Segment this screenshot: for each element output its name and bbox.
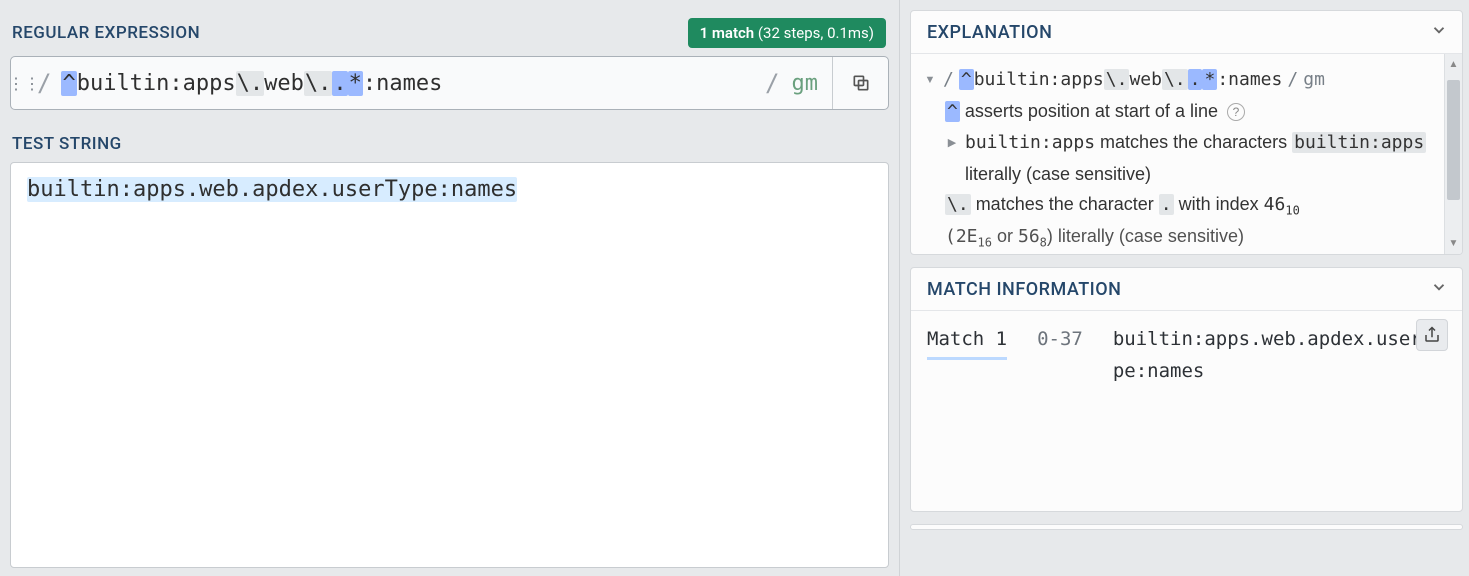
exp-hex-base: 16 — [978, 236, 992, 250]
right-pane: EXPLANATION ▲ ▼ ▼ / ^builtin:apps\.web\.… — [900, 0, 1469, 576]
explanation-body: ▲ ▼ ▼ / ^builtin:apps\.web\..*:names / g… — [911, 54, 1462, 254]
exp-lit-text: matches the characters — [1095, 132, 1292, 152]
match-value: builtin:apps.web.apdex.userType:names — [1107, 323, 1454, 388]
exp-slash-close: / — [1287, 69, 1298, 90]
regex-input-box[interactable]: ⋮⋮ / ^builtin:apps\.web\..*:names / gm — [10, 56, 889, 110]
exp-row-literal[interactable]: ▶ builtin:apps matches the characters bu… — [923, 127, 1440, 189]
exp-row-escape-cont[interactable]: (2E16 or 568) literally (case sensitive) — [923, 221, 1440, 253]
exp-row-escape[interactable]: \. matches the character . with index 46… — [923, 189, 1440, 221]
regex-flags-area[interactable]: / gm — [751, 57, 832, 109]
match-count-detail: (32 steps, 0.1ms) — [754, 24, 874, 42]
explanation-panel: EXPLANATION ▲ ▼ ▼ / ^builtin:apps\.web\.… — [910, 10, 1463, 255]
extra-panel — [910, 524, 1463, 530]
exp-row-pattern[interactable]: ▼ / ^builtin:apps\.web\..*:names / gm — [923, 64, 1440, 96]
match-range: 0-37 — [1031, 323, 1083, 355]
regex-escape-1: \. — [236, 71, 265, 96]
exp-caret-text: asserts position at start of a line — [960, 101, 1223, 121]
matchinfo-header[interactable]: MATCH INFORMATION — [911, 268, 1462, 311]
triangle-down-icon: ▼ — [923, 71, 937, 90]
exp-lit2: web — [1129, 69, 1162, 90]
scroll-down-icon[interactable]: ▼ — [1449, 235, 1459, 252]
exp-esc-dec-base: 10 — [1285, 204, 1299, 218]
exp-slash-open: / — [943, 69, 954, 90]
explanation-title: EXPLANATION — [927, 22, 1052, 43]
regex-open-slash: / — [37, 57, 57, 109]
regex-flags: gm — [786, 71, 819, 96]
scrollbar[interactable]: ▲ ▼ — [1444, 54, 1462, 254]
exp-lit-token: builtin:apps — [965, 132, 1095, 153]
regex-pattern[interactable]: ^builtin:apps\.web\..*:names — [57, 57, 751, 109]
teststring-input[interactable]: builtin:apps.web.apdex.userType:names — [10, 162, 889, 568]
teststring-header: TEST STRING — [12, 134, 887, 154]
scroll-up-icon[interactable]: ▲ — [1449, 56, 1459, 73]
exp-hex-line: (2E — [945, 226, 978, 247]
exp-tail: ) literally (case sensitive) — [1047, 226, 1244, 246]
left-pane: REGULAR EXPRESSION 1 match (32 steps, 0.… — [0, 0, 900, 576]
regex-literal-3: :names — [363, 71, 442, 96]
regex-close-slash: / — [765, 69, 785, 97]
exp-esc-dec: 46 — [1264, 194, 1286, 215]
regex-star: * — [348, 71, 363, 96]
exp-lit3: :names — [1217, 69, 1282, 90]
match-row[interactable]: Match 1 0-37 builtin:apps.web.apdex.user… — [927, 323, 1454, 388]
regex-header: REGULAR EXPRESSION 1 match (32 steps, 0.… — [12, 18, 887, 48]
exp-star: * — [1202, 69, 1217, 90]
exp-esc-text1: matches the character — [971, 194, 1159, 214]
exp-lit1: builtin:apps — [974, 69, 1104, 90]
exp-lit-text2: literally (case sensitive) — [965, 164, 1151, 184]
matchinfo-body: Match 1 0-37 builtin:apps.web.apdex.user… — [911, 311, 1462, 511]
copy-regex-button[interactable] — [832, 57, 888, 109]
exp-caret: ^ — [945, 101, 960, 122]
exp-flags: gm — [1303, 69, 1325, 90]
match-count-badge: 1 match (32 steps, 0.1ms) — [688, 18, 886, 48]
exp-row-caret[interactable]: ^ asserts position at start of a line ? — [923, 96, 1440, 128]
exp-esc-token: \. — [945, 194, 971, 215]
exp-anchor: ^ — [959, 69, 974, 90]
triangle-right-icon: ▶ — [945, 134, 959, 153]
regex-literal-1: builtin:apps — [77, 71, 236, 96]
matchinfo-title: MATCH INFORMATION — [927, 279, 1121, 300]
exp-oct: 56 — [1018, 226, 1040, 247]
exp-esc1: \. — [1104, 69, 1130, 90]
help-icon[interactable]: ? — [1227, 103, 1245, 121]
chevron-down-icon[interactable] — [1430, 21, 1448, 43]
regex-dot: . — [332, 71, 347, 96]
export-button[interactable] — [1416, 319, 1448, 351]
exp-lit-sample: builtin:apps — [1292, 132, 1426, 153]
regex-anchor: ^ — [61, 71, 76, 96]
match-count-strong: 1 match — [700, 24, 755, 42]
exp-or: or — [992, 226, 1018, 246]
chevron-down-icon[interactable] — [1430, 278, 1448, 300]
match-label: Match 1 — [927, 323, 1007, 360]
exp-esc2: \. — [1162, 69, 1188, 90]
exp-esc-text2: with index — [1174, 194, 1264, 214]
regex-escape-2: \. — [304, 71, 333, 96]
teststring-title: TEST STRING — [12, 134, 122, 154]
exp-oct-base: 8 — [1040, 236, 1047, 250]
regex-title: REGULAR EXPRESSION — [12, 23, 200, 43]
drag-handle-icon[interactable]: ⋮⋮ — [11, 57, 37, 109]
scroll-thumb[interactable] — [1447, 80, 1460, 200]
explanation-header[interactable]: EXPLANATION — [911, 11, 1462, 54]
teststring-match: builtin:apps.web.apdex.userType:names — [27, 177, 517, 202]
regex-literal-2: web — [264, 71, 304, 96]
exp-dot: . — [1188, 69, 1203, 90]
matchinfo-panel: MATCH INFORMATION Match 1 0-37 builtin:a… — [910, 267, 1463, 512]
exp-esc-char: . — [1159, 194, 1174, 215]
